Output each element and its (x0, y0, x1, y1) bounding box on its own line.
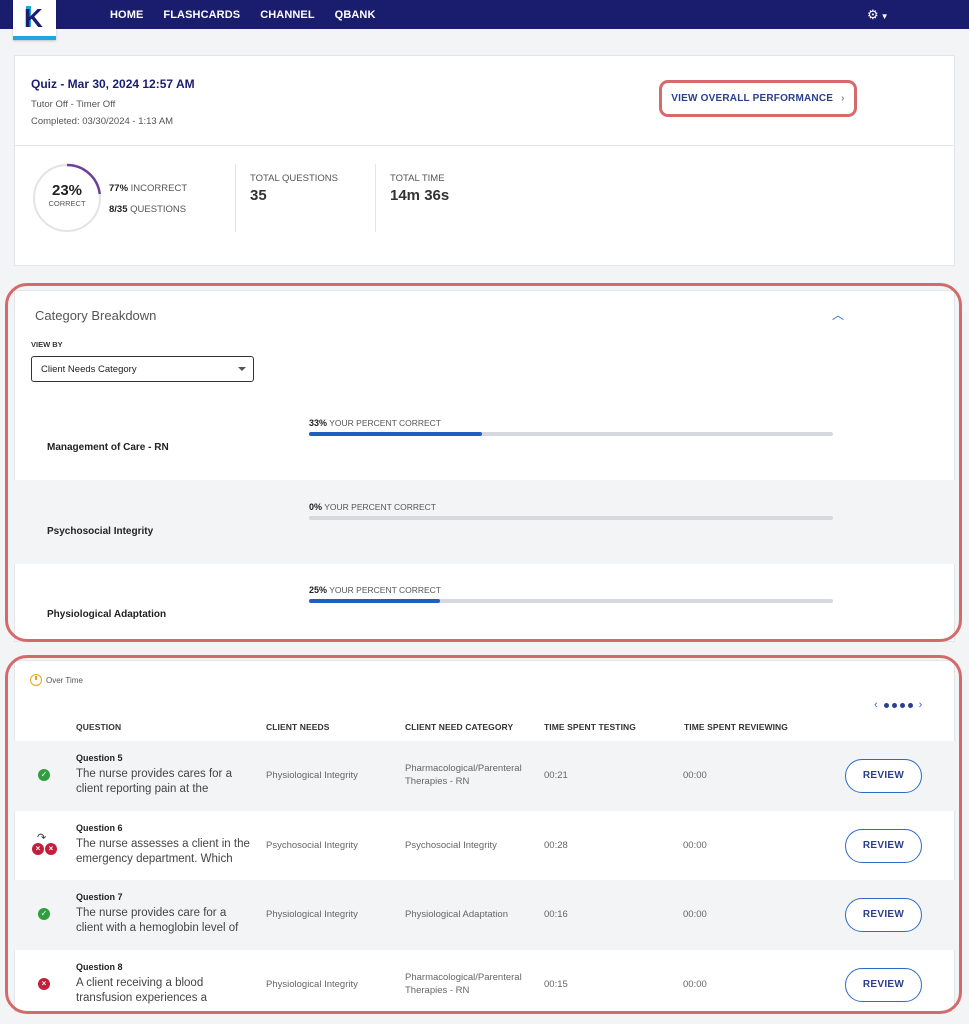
caret-down-icon: ▼ (880, 12, 889, 21)
questions-stat: 8/35 QUESTIONS (109, 204, 187, 215)
percent-correct: 23% (51, 182, 83, 199)
client-need-category: Pharmacological/Parenteral Therapies - R… (405, 972, 522, 996)
question-text: The nurse assesses a client in the emerg… (76, 838, 250, 865)
progress-bar (309, 516, 833, 520)
nav-channel[interactable]: CHANNEL (260, 9, 314, 21)
category-name: Psychosocial Integrity (47, 526, 154, 537)
clock-icon (30, 674, 42, 686)
review-button[interactable]: REVIEW (845, 968, 922, 1002)
incorrect-x-icon: × (32, 843, 44, 855)
table-row: × Question 8 A client receiving a blood … (14, 950, 955, 1020)
chevron-right-icon[interactable]: › (919, 699, 923, 711)
nav-links: HOME FLASHCARDS CHANNEL QBANK (110, 9, 376, 21)
nav-home[interactable]: HOME (110, 9, 143, 21)
time-testing: 00:28 (544, 840, 568, 851)
total-questions-value: 35 (250, 187, 267, 204)
table-row: ✓ Question 7 The nurse provides care for… (14, 880, 955, 950)
chevron-right-icon: › (841, 93, 845, 104)
category-row: Management of Care - RN 33% YOUR PERCENT… (14, 396, 955, 480)
header-question[interactable]: QUESTION (76, 722, 121, 732)
client-need-category: Pharmacological/Parenteral Therapies - R… (405, 763, 522, 787)
score-label: 23% CORRECT (32, 182, 102, 208)
question-text: A client receiving a blood transfusion e… (76, 977, 208, 1004)
time-reviewing: 00:00 (683, 909, 707, 920)
review-button[interactable]: REVIEW (845, 898, 922, 932)
page-dots[interactable] (883, 702, 913, 708)
total-questions-label: TOTAL QUESTIONS (250, 173, 338, 184)
quiz-completed: Completed: 03/30/2024 - 1:13 AM (31, 116, 174, 127)
quiz-title: Quiz - Mar 30, 2024 12:57 AM (31, 77, 195, 91)
question-number: Question 5 (76, 753, 123, 763)
category-name: Physiological Adaptation (47, 609, 167, 620)
correct-label: CORRECT (48, 199, 86, 208)
view-overall-performance-button[interactable]: VIEW OVERALL PERFORMANCE › (659, 80, 857, 117)
divider (235, 164, 236, 232)
review-button[interactable]: REVIEW (845, 759, 922, 793)
category-percent: 33% YOUR PERCENT CORRECT (309, 418, 442, 428)
over-time-legend: Over Time (30, 674, 83, 686)
category-row: Psychosocial Integrity 0% YOUR PERCENT C… (14, 480, 955, 564)
divider (375, 164, 376, 232)
client-needs: Physiological Integrity (266, 770, 358, 781)
header-client-need-category[interactable]: CLIENT NEED CATEGORY (405, 722, 513, 732)
review-button[interactable]: REVIEW (845, 829, 922, 863)
category-breakdown-title: Category Breakdown (35, 308, 157, 323)
pagination: ‹ › (874, 699, 922, 711)
view-by-select[interactable]: Client Needs Category (31, 356, 254, 382)
collapse-chevron-up-icon[interactable]: ︿ (832, 306, 844, 323)
table-row: ✓ Question 5 The nurse provides cares fo… (14, 741, 955, 811)
progress-fill (309, 432, 482, 436)
client-needs: Physiological Integrity (266, 979, 358, 990)
time-testing: 00:21 (544, 770, 568, 781)
time-reviewing: 00:00 (683, 770, 707, 781)
quiz-mode: Tutor Off - Timer Off (31, 99, 116, 110)
client-need-category: Psychosocial Integrity (405, 840, 497, 851)
nav-qbank[interactable]: QBANK (335, 9, 376, 21)
settings-menu[interactable]: ⚙ ▼ (867, 7, 889, 23)
category-percent: 25% YOUR PERCENT CORRECT (309, 585, 442, 595)
total-time-value: 14m 36s (390, 187, 450, 204)
answer-changed-indicator: ↷ × × (32, 831, 58, 857)
incorrect-stat: 77% INCORRECT (109, 183, 188, 194)
incorrect-x-icon: × (45, 843, 57, 855)
header-time-reviewing[interactable]: TIME SPENT REVIEWING (684, 722, 788, 732)
quiz-summary-card: Quiz - Mar 30, 2024 12:57 AM Tutor Off -… (14, 55, 955, 266)
question-number: Question 7 (76, 892, 123, 902)
incorrect-x-icon: × (38, 978, 50, 990)
dropdown-arrow-icon (238, 367, 246, 371)
kaplan-logo[interactable]: K (13, 0, 56, 40)
time-reviewing: 00:00 (683, 840, 707, 851)
time-reviewing: 00:00 (683, 979, 707, 990)
time-testing: 00:16 (544, 909, 568, 920)
question-number: Question 6 (76, 823, 123, 833)
progress-bar (309, 432, 833, 436)
question-number: Question 8 (76, 962, 123, 972)
progress-fill (309, 599, 440, 603)
progress-bar (309, 599, 833, 603)
client-needs: Physiological Integrity (266, 909, 358, 920)
divider (15, 145, 954, 146)
table-row: ↷ × × Question 6 The nurse assesses a cl… (14, 811, 955, 881)
category-row: Physiological Adaptation 25% YOUR PERCEN… (14, 563, 955, 647)
header-time-testing[interactable]: TIME SPENT TESTING (544, 722, 636, 732)
top-nav: K HOME FLASHCARDS CHANNEL QBANK ⚙ ▼ (0, 0, 969, 40)
gear-icon: ⚙ (867, 7, 879, 22)
nav-flashcards[interactable]: FLASHCARDS (163, 9, 240, 21)
correct-check-icon: ✓ (38, 908, 50, 920)
question-text: The nurse provides cares for a client re… (76, 768, 232, 795)
client-needs: Psychosocial Integrity (266, 840, 358, 851)
client-need-category: Physiological Adaptation (405, 909, 508, 920)
questions-card: Over Time ‹ › QUESTION CLIENT NEEDS CLIE… (14, 660, 955, 1012)
category-breakdown-card: Category Breakdown ︿ VIEW BY Client Need… (14, 290, 955, 642)
chevron-left-icon[interactable]: ‹ (874, 699, 878, 711)
view-by-label: VIEW BY (31, 340, 63, 349)
total-time-label: TOTAL TIME (390, 173, 445, 184)
time-testing: 00:15 (544, 979, 568, 990)
category-name: Management of Care - RN (47, 442, 169, 453)
header-client-needs[interactable]: CLIENT NEEDS (266, 722, 330, 732)
category-percent: 0% YOUR PERCENT CORRECT (309, 502, 437, 512)
correct-check-icon: ✓ (38, 769, 50, 781)
question-text: The nurse provides care for a client wit… (76, 907, 239, 934)
